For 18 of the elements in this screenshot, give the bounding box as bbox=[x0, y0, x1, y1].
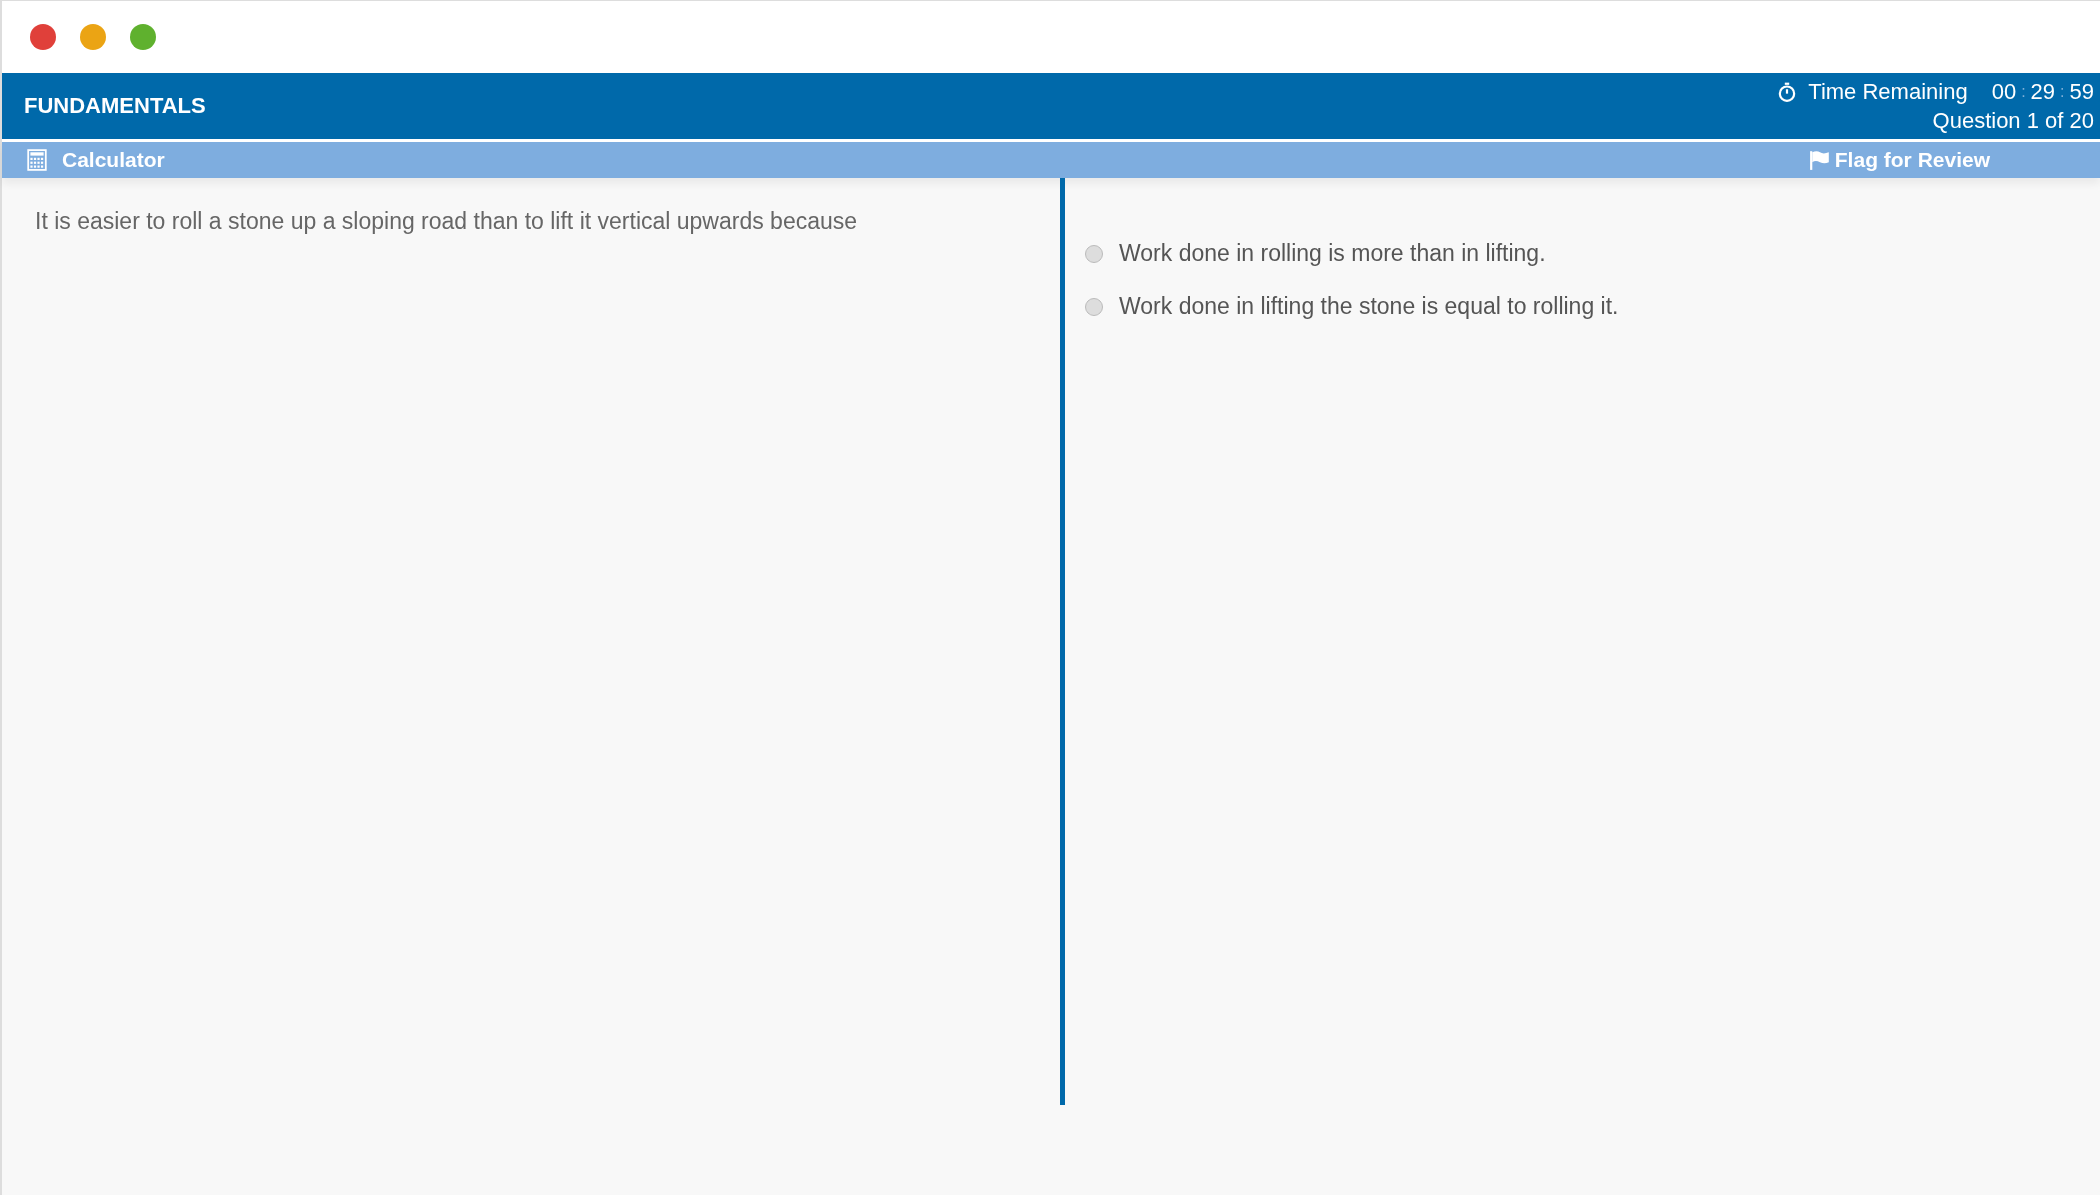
radio-button[interactable] bbox=[1085, 244, 1103, 263]
timer-digits: 59 bbox=[2069, 78, 2094, 106]
timer-separator: : bbox=[2021, 82, 2026, 102]
timer-digits: 29 bbox=[2030, 78, 2056, 106]
timer-label: Time Remaining bbox=[1808, 78, 1968, 106]
question-counter: Question 1 of 20 bbox=[1932, 107, 2094, 135]
answer-option[interactable]: Work done in lifting the stone is equal to rolling it. bbox=[1085, 293, 1619, 320]
minimize-window-button[interactable] bbox=[80, 24, 106, 50]
radio-button[interactable] bbox=[1085, 297, 1103, 316]
calculator-icon bbox=[26, 149, 48, 171]
timer-digits: 00 bbox=[1991, 78, 2017, 106]
question-text: It is easier to roll a stone up a sloping road than to lift it vertical upwards because bbox=[35, 208, 859, 235]
flag-icon bbox=[1808, 149, 1831, 171]
maximize-window-button[interactable] bbox=[130, 24, 156, 50]
answer-option[interactable]: Work done in rolling is more than in lifting. bbox=[1085, 240, 1619, 267]
close-window-button[interactable] bbox=[30, 24, 56, 50]
exam-title: FUNDAMENTALS bbox=[24, 93, 206, 119]
timer-separator: : bbox=[2060, 82, 2065, 102]
